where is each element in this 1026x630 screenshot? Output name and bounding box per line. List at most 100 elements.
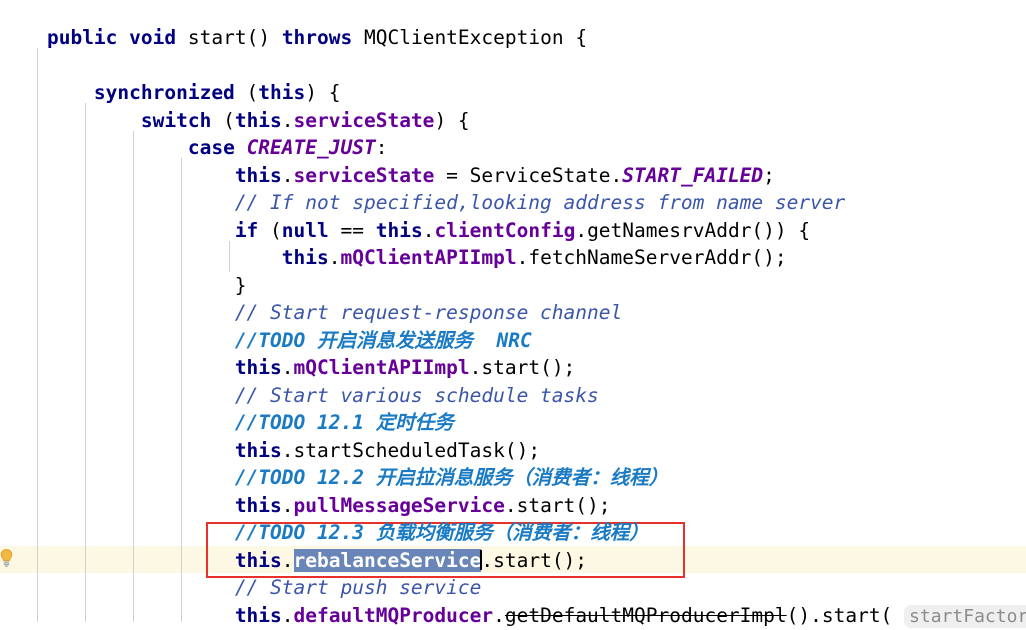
code-token: MQClientException { bbox=[352, 26, 588, 49]
code-token: = ServiceState. bbox=[434, 163, 623, 187]
code-token: this bbox=[375, 218, 423, 242]
code-token: serviceState bbox=[293, 163, 435, 187]
code-token: // If not specified,looking address from… bbox=[234, 191, 846, 214]
code-line[interactable]: // Start request-response channel bbox=[0, 299, 622, 327]
code-token: if bbox=[234, 218, 259, 242]
code-token: START_FAILED bbox=[622, 163, 764, 187]
code-line[interactable]: this.mQClientAPIImpl.start(); bbox=[0, 354, 576, 382]
code-token: . bbox=[281, 108, 294, 132]
code-token: ) { bbox=[305, 81, 341, 104]
code-token: public bbox=[46, 26, 118, 49]
code-token: ; bbox=[763, 163, 775, 187]
code-line[interactable]: this.pullMessageService.start(); bbox=[0, 492, 611, 520]
code-line[interactable]: if (null == this.clientConfig.getNamesrv… bbox=[0, 217, 810, 245]
code-token: this bbox=[234, 438, 282, 462]
code-token: ( bbox=[234, 81, 259, 104]
code-token: serviceState bbox=[293, 108, 435, 132]
code-token: this bbox=[281, 246, 329, 269]
code-token: ( bbox=[258, 218, 282, 242]
code-token: this bbox=[234, 603, 282, 627]
code-token: // Start request-response channel bbox=[234, 301, 623, 324]
code-token: mQClientAPIImpl bbox=[293, 356, 470, 379]
code-line[interactable]: // Start various schedule tasks bbox=[0, 382, 599, 410]
code-line[interactable]: //TODO 12.3 负载均衡服务（消费者：线程） bbox=[0, 519, 649, 547]
code-line[interactable]: //TODO 12.1 定时任务 bbox=[0, 409, 454, 437]
code-token: // Start various schedule tasks bbox=[234, 383, 599, 407]
code-token: . bbox=[493, 603, 505, 627]
code-token: case bbox=[187, 136, 235, 159]
code-line[interactable]: // Start push service bbox=[0, 574, 482, 602]
code-token: this bbox=[258, 81, 306, 104]
code-token: pullMessageService bbox=[293, 493, 505, 517]
code-line[interactable]: this.serviceState = ServiceState.START_F… bbox=[0, 162, 775, 190]
selected-text[interactable]: rebalanceService bbox=[293, 548, 482, 572]
code-token: == bbox=[328, 218, 376, 242]
code-token: ( bbox=[211, 108, 235, 132]
code-token: . bbox=[281, 493, 294, 517]
code-line[interactable]: this.startScheduledTask(); bbox=[0, 437, 540, 465]
code-token: //TODO 12.1 定时任务 bbox=[234, 411, 454, 434]
code-token: switch bbox=[140, 108, 212, 132]
code-token: . bbox=[328, 246, 341, 269]
code-line[interactable]: switch (this.serviceState) { bbox=[0, 107, 470, 135]
code-token: mQClientAPIImpl bbox=[340, 246, 517, 269]
code-line[interactable]: // If not specified,looking address from… bbox=[0, 189, 845, 217]
code-token: null bbox=[281, 218, 329, 242]
code-token: synchronized bbox=[93, 81, 235, 104]
code-token: clientConfig bbox=[434, 218, 576, 242]
code-token: ) { bbox=[434, 108, 470, 132]
code-token: this bbox=[234, 356, 282, 379]
code-token: this bbox=[234, 493, 282, 517]
code-token: CREATE_JUST bbox=[246, 136, 376, 159]
code-token: . bbox=[281, 163, 294, 187]
code-line[interactable]: case CREATE_JUST: bbox=[0, 134, 388, 162]
code-line[interactable]: public void start() throws MQClientExcep… bbox=[0, 24, 587, 52]
code-token: : bbox=[375, 136, 388, 159]
code-token: // Start push service bbox=[234, 576, 482, 599]
code-token: . bbox=[422, 218, 435, 242]
code-line[interactable]: //TODO 12.2 开启拉消息服务（消费者：线程） bbox=[0, 464, 668, 492]
code-line[interactable]: //TODO 开启消息发送服务 NRC bbox=[0, 327, 532, 355]
code-line[interactable]: this.defaultMQProducer.getDefaultMQProdu… bbox=[0, 602, 1026, 630]
code-token: getDefaultMQProducerImpl bbox=[504, 603, 787, 627]
code-editor[interactable]: public void start() throws MQClientExcep… bbox=[0, 0, 1026, 628]
code-token: ().start( bbox=[786, 603, 905, 627]
code-token: . bbox=[281, 356, 294, 379]
code-token: .startScheduledTask(); bbox=[281, 438, 541, 462]
code-token: //TODO 12.3 负载均衡服务（消费者：线程） bbox=[234, 521, 649, 544]
code-token: .start(); bbox=[504, 493, 611, 517]
code-token: .fetchNameServerAddr(); bbox=[516, 246, 787, 269]
code-token: //TODO 开启消息发送服务 NRC bbox=[234, 328, 532, 352]
code-line[interactable]: this.mQClientAPIImpl.fetchNameServerAddr… bbox=[0, 244, 787, 272]
code-token: .getNamesrvAddr()) { bbox=[575, 218, 811, 242]
code-token: //TODO 12.2 开启拉消息服务（消费者：线程） bbox=[234, 466, 669, 489]
code-token: . bbox=[281, 603, 294, 627]
code-line[interactable]: synchronized (this) { bbox=[0, 79, 341, 107]
code-line[interactable]: this.rebalanceService.start(); bbox=[0, 547, 587, 575]
code-token: throws bbox=[281, 26, 353, 49]
code-token: void bbox=[129, 26, 177, 49]
code-line[interactable]: } bbox=[0, 272, 247, 300]
code-token: this bbox=[234, 548, 282, 572]
code-token: . bbox=[281, 548, 294, 572]
